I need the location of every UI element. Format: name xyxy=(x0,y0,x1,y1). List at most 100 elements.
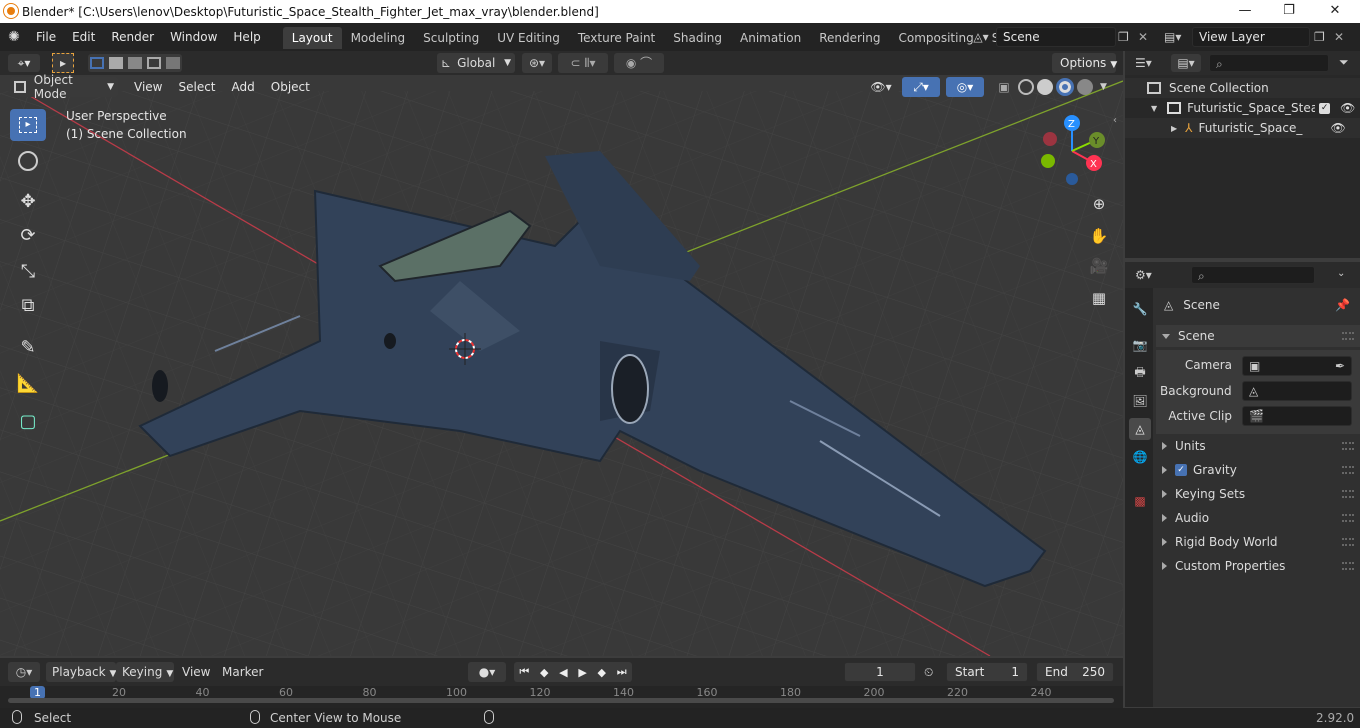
rotate-tool[interactable]: ⟳ xyxy=(10,219,46,251)
filter-icon[interactable]: ⏷ xyxy=(1339,55,1349,70)
selection-mode-buttons[interactable] xyxy=(88,54,182,72)
drag-handle-icon[interactable] xyxy=(1342,442,1354,450)
expand-arrow-icon[interactable]: ▶ xyxy=(1171,124,1177,133)
playback-menu[interactable]: Playback ▼ xyxy=(46,662,116,682)
visibility-icon[interactable]: 👁▾ xyxy=(866,77,896,97)
measure-tool[interactable]: 📐 xyxy=(10,367,46,399)
timeline-ruler[interactable]: 1 20 40 60 80 100 120 140 160 180 200 220 240 xyxy=(0,686,1123,708)
viewport-menu-object[interactable]: Object xyxy=(263,77,318,97)
new-scene-icon[interactable]: ❐ xyxy=(1118,27,1136,47)
chevron-down-icon[interactable]: ⌄ xyxy=(1337,268,1345,279)
transform-tool[interactable]: ⧉ xyxy=(10,289,46,321)
close-window-button[interactable]: ✕ xyxy=(1312,0,1358,23)
timeline-marker-menu[interactable]: Marker xyxy=(222,662,263,682)
cursor-tool[interactable] xyxy=(10,145,46,177)
proportional-edit-icon[interactable]: ◉ ⌒ xyxy=(614,53,664,73)
timeline-editor-type-icon[interactable]: ◷▾ xyxy=(8,662,40,682)
select-box-tool-icon[interactable]: ▸ xyxy=(52,53,74,73)
xray-toggle-icon[interactable]: ▣ xyxy=(994,77,1014,97)
pivot-point-icon[interactable]: ⊛▾ xyxy=(522,53,552,73)
world-tab-icon[interactable]: 🌐 xyxy=(1129,446,1151,468)
view-layer-icon[interactable]: ▤▾ xyxy=(1164,27,1190,47)
scene-selector-icon[interactable]: ◬▾ xyxy=(968,27,994,47)
sidebar-toggle-icon[interactable]: ‹ xyxy=(1113,115,1117,126)
menu-window[interactable]: Window xyxy=(162,23,225,51)
material-shading-icon[interactable] xyxy=(1056,78,1074,96)
scene-panel-header[interactable]: Scene xyxy=(1156,325,1360,347)
camera-field[interactable]: ▣ ✒ xyxy=(1242,356,1352,376)
timeline-scrollbar[interactable] xyxy=(8,698,1114,703)
solid-shading-icon[interactable] xyxy=(1037,79,1053,95)
menu-render[interactable]: Render xyxy=(103,23,162,51)
play-icon[interactable]: ▶ xyxy=(578,666,586,679)
tab-modeling[interactable]: Modeling xyxy=(342,27,415,49)
menu-help[interactable]: Help xyxy=(225,23,268,51)
viewport-menu-view[interactable]: View xyxy=(126,77,170,97)
drag-handle-icon[interactable] xyxy=(1342,490,1354,498)
properties-editor-type-icon[interactable]: ⚙▾ xyxy=(1135,266,1165,284)
editor-type-icon[interactable]: ⌖▾ xyxy=(8,54,40,72)
snap-toggle-icon[interactable]: ⊂ ⫴▾ xyxy=(558,53,608,73)
overlays-toggle-icon[interactable]: ◎▾ xyxy=(946,77,984,97)
outliner-row-collection[interactable]: ▼ Futuristic_Space_Stealth ✓ 👁 xyxy=(1125,98,1360,118)
start-frame-field[interactable]: Start 1 xyxy=(946,662,1028,682)
gravity-checkbox[interactable]: ✓ xyxy=(1175,464,1187,476)
select-box-tool[interactable]: ▸ xyxy=(10,109,46,141)
tab-uv-editing[interactable]: UV Editing xyxy=(488,27,569,49)
tab-layout[interactable]: Layout xyxy=(282,27,342,49)
audio-section[interactable]: Audio xyxy=(1156,507,1360,529)
jump-start-icon[interactable]: ⏮ xyxy=(519,665,529,679)
zoom-icon[interactable]: ⊕ xyxy=(1086,191,1112,217)
drag-handle-icon[interactable] xyxy=(1342,514,1354,522)
transform-orientation-dropdown[interactable]: ⊾ Global ▼ xyxy=(437,53,515,73)
eye-icon[interactable]: 👁 xyxy=(1331,121,1346,135)
chevron-down-icon[interactable]: ▼ xyxy=(1100,82,1107,92)
delete-view-layer-icon[interactable]: ✕ xyxy=(1334,27,1348,47)
exclude-checkbox[interactable]: ✓ xyxy=(1319,102,1331,114)
maximize-button[interactable]: ❐ xyxy=(1266,0,1312,23)
camera-view-icon[interactable]: 🎥 xyxy=(1086,253,1112,279)
auto-keying-icon[interactable]: ●▾ xyxy=(468,662,506,682)
scale-tool[interactable]: ⤡ xyxy=(10,255,46,287)
view-layer-tab-icon[interactable]: 🖼 xyxy=(1129,390,1151,412)
drag-handle-icon[interactable] xyxy=(1342,562,1354,570)
view-layer-field[interactable]: View Layer xyxy=(1192,27,1310,47)
jump-end-icon[interactable]: ⏭ xyxy=(617,665,627,679)
drag-handle-icon[interactable] xyxy=(1342,332,1354,340)
viewport-menu-add[interactable]: Add xyxy=(224,77,263,97)
keying-sets-section[interactable]: Keying Sets xyxy=(1156,483,1360,505)
custom-properties-section[interactable]: Custom Properties xyxy=(1156,555,1360,577)
outliner-editor-type-icon[interactable]: ☰▾ xyxy=(1135,54,1165,72)
properties-search-input[interactable]: ⌕ xyxy=(1191,266,1315,284)
mode-dropdown[interactable]: Object Mode ▼ xyxy=(10,73,118,101)
current-frame-field[interactable]: 1 xyxy=(844,662,916,682)
active-clip-field[interactable]: 🎬 xyxy=(1242,406,1352,426)
blender-menu-icon[interactable]: ✺ xyxy=(0,29,28,45)
move-tool[interactable]: ✥ xyxy=(10,185,46,217)
prev-keyframe-icon[interactable]: ◆ xyxy=(540,666,548,679)
tab-animation[interactable]: Animation xyxy=(731,27,810,49)
options-dropdown[interactable]: Options ▼ xyxy=(1052,53,1117,73)
wireframe-shading-icon[interactable] xyxy=(1018,79,1034,95)
play-reverse-icon[interactable]: ◀ xyxy=(559,666,567,679)
add-cube-tool[interactable]: ▢ xyxy=(10,405,46,437)
eye-icon[interactable]: 👁 xyxy=(1340,101,1355,115)
outliner-row-scene-collection[interactable]: Scene Collection xyxy=(1125,78,1360,98)
scene-tab-icon[interactable]: ◬ xyxy=(1129,418,1151,440)
rigid-body-world-section[interactable]: Rigid Body World xyxy=(1156,531,1360,553)
outliner-search-input[interactable]: ⌕ xyxy=(1209,54,1329,72)
shading-mode-buttons[interactable]: ▼ xyxy=(1018,77,1114,97)
scene-field[interactable]: Scene xyxy=(996,27,1116,47)
expand-arrow-icon[interactable]: ▼ xyxy=(1151,104,1157,113)
tab-rendering[interactable]: Rendering xyxy=(810,27,889,49)
minimize-button[interactable]: — xyxy=(1222,0,1268,23)
tool-tab-icon[interactable]: 🔧 xyxy=(1129,298,1151,320)
display-mode-icon[interactable]: ▤▾ xyxy=(1171,54,1201,72)
drag-handle-icon[interactable] xyxy=(1342,466,1354,474)
eyedropper-icon[interactable]: ✒ xyxy=(1335,357,1345,375)
units-section[interactable]: Units xyxy=(1156,435,1360,457)
pin-icon[interactable]: 📌 xyxy=(1335,298,1350,312)
3d-viewport[interactable]: Z Y X ⌖▾ ▸ ⊾ Global ▼ ⊛▾ ⊂ ⫴▾ ◉ ⌒ Option… xyxy=(0,51,1123,656)
new-view-layer-icon[interactable]: ❐ xyxy=(1314,27,1332,47)
invert-selection-icon[interactable] xyxy=(146,57,161,69)
